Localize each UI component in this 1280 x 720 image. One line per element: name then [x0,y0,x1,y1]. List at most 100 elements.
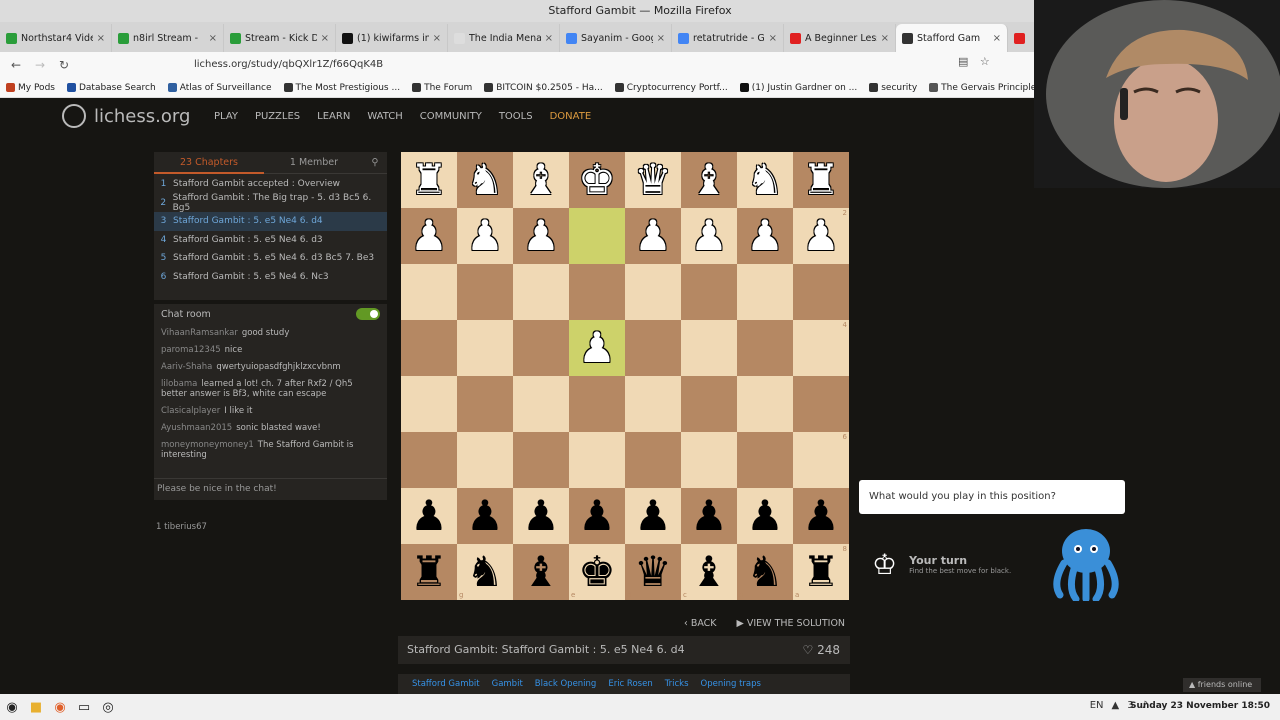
black-king-icon[interactable]: ♚ [578,551,616,593]
white-pawn-icon[interactable]: ♟ [410,215,448,257]
black-bishop-icon[interactable]: ♝ [522,551,560,593]
nav-community[interactable]: COMMUNITY [420,111,482,122]
board-square[interactable] [737,376,793,432]
browser-tab[interactable]: Stream - Kick Dast × [224,24,336,52]
board-square[interactable]: ♜ 8 a [793,544,849,600]
board-square[interactable] [625,264,681,320]
board-square[interactable]: ♟ [457,208,513,264]
browser-tab[interactable]: Sayanim - Google S × [560,24,672,52]
board-square[interactable]: ♟ [681,488,737,544]
board-square[interactable] [513,376,569,432]
search-icon[interactable]: ⚲ [364,157,386,168]
back-button[interactable]: ‹ BACK [684,618,717,629]
chat-username[interactable]: Clasicalplayer [161,406,220,416]
bookmark-item[interactable]: The Forum [406,83,478,93]
firefox-icon[interactable]: ◉ [48,697,72,717]
close-tab-icon[interactable]: × [97,33,105,44]
tab-chapters[interactable]: 23 Chapters [154,152,264,174]
lichess-logo[interactable]: lichess.org [62,104,190,128]
black-rook-icon[interactable]: ♜ [410,551,448,593]
close-tab-icon[interactable]: × [881,33,889,44]
chat-input[interactable]: Please be nice in the chat! [154,478,387,500]
files-icon[interactable]: ■ [24,697,48,717]
board-square[interactable]: ♝ [513,152,569,208]
board-square[interactable] [737,432,793,488]
browser-tab[interactable]: retatrutride - Goo × [672,24,784,52]
white-pawn-icon[interactable]: ♟ [746,215,784,257]
terminal-icon[interactable]: ▭ [72,697,96,717]
bookmark-item[interactable]: Atlas of Surveillance [162,83,278,93]
board-square[interactable]: 4 [793,320,849,376]
browser-tab[interactable]: Stafford Gam × [896,24,1008,52]
board-square[interactable] [513,264,569,320]
board-square[interactable] [737,320,793,376]
black-knight-icon[interactable]: ♞ [746,551,784,593]
black-pawn-icon[interactable]: ♟ [690,495,728,537]
board-square[interactable] [457,320,513,376]
study-tag[interactable]: Eric Rosen [604,679,656,689]
board-square[interactable]: ♟ [625,488,681,544]
chat-username[interactable]: lilobama [161,379,197,389]
study-tag[interactable]: Stafford Gambit [408,679,484,689]
white-pawn-icon[interactable]: ♟ [690,215,728,257]
black-pawn-icon[interactable]: ♟ [410,495,448,537]
view-solution-button[interactable]: ▶ VIEW THE SOLUTION [737,618,845,629]
board-square[interactable] [681,432,737,488]
board-square[interactable] [569,432,625,488]
board-square[interactable] [457,432,513,488]
board-square[interactable] [681,376,737,432]
board-square[interactable] [401,376,457,432]
browser-tab[interactable]: The India Menace | Pa × [448,24,560,52]
board-square[interactable]: ♟ [513,208,569,264]
board-square[interactable] [625,376,681,432]
board-square[interactable]: ♟ [681,208,737,264]
white-pawn-icon[interactable]: ♟ [466,215,504,257]
chat-username[interactable]: VihaanRamsankar [161,328,238,338]
board-square[interactable]: ♜ [401,152,457,208]
board-square[interactable] [737,264,793,320]
board-square[interactable]: ♟ 2 [793,208,849,264]
black-pawn-icon[interactable]: ♟ [466,495,504,537]
board-square[interactable]: 6 [793,432,849,488]
study-tag[interactable]: Black Opening [531,679,601,689]
url-bar[interactable]: lichess.org/study/qbQXlr1Z/f66QqK4B [160,55,1000,75]
bookmark-item[interactable]: My Pods [0,83,61,93]
board-square[interactable]: ♜ 1 [793,152,849,208]
close-tab-icon[interactable]: × [321,33,329,44]
white-knight-icon[interactable]: ♞ [746,159,784,201]
black-pawn-icon[interactable]: ♟ [522,495,560,537]
white-rook-icon[interactable]: ♜ [410,159,448,201]
board-square[interactable]: ♜ h [401,544,457,600]
board-square[interactable]: ♟ [737,488,793,544]
keyboard-layout[interactable]: EN [1090,700,1104,711]
obs-icon[interactable]: ◎ [96,697,120,717]
friends-online-button[interactable]: ▲ friends online [1183,678,1261,692]
board-square[interactable] [569,208,625,264]
chapter-item[interactable]: 1 Stafford Gambit accepted : Overview [154,175,387,194]
black-rook-icon[interactable]: ♜ [802,551,840,593]
browser-tab[interactable]: Northstar4 Video × [0,24,112,52]
board-square[interactable]: ♝ f [513,544,569,600]
black-pawn-icon[interactable]: ♟ [802,495,840,537]
board-square[interactable]: ♝ [681,152,737,208]
board-square[interactable]: ♞ [737,152,793,208]
board-square[interactable]: ♟ [569,488,625,544]
close-tab-icon[interactable]: × [657,33,665,44]
bookmark-item[interactable]: The Most Prestigious ... [278,83,407,93]
chapter-item[interactable]: 3 Stafford Gambit : 5. e5 Ne4 6. d4 [154,212,387,231]
menu-icon[interactable]: ◉ [0,697,24,717]
nav-learn[interactable]: LEARN [317,111,350,122]
black-queen-icon[interactable]: ♛ [634,551,672,593]
board-square[interactable] [457,264,513,320]
board-square[interactable]: ♟ 7 [793,488,849,544]
white-pawn-icon[interactable]: ♟ [578,327,616,369]
study-tag[interactable]: Tricks [661,679,693,689]
board-square[interactable] [401,432,457,488]
board-square[interactable] [457,376,513,432]
browser-tab[interactable]: A Beginner Lesson × [784,24,896,52]
board-square[interactable]: 3 [793,264,849,320]
network-icon[interactable]: ▲ [1112,700,1120,711]
nav-donate[interactable]: DONATE [550,111,592,122]
chapter-item[interactable]: 4 Stafford Gambit : 5. e5 Ne4 6. d3 [154,231,387,250]
bookmark-item[interactable]: Cryptocurrency Portf... [609,83,734,93]
